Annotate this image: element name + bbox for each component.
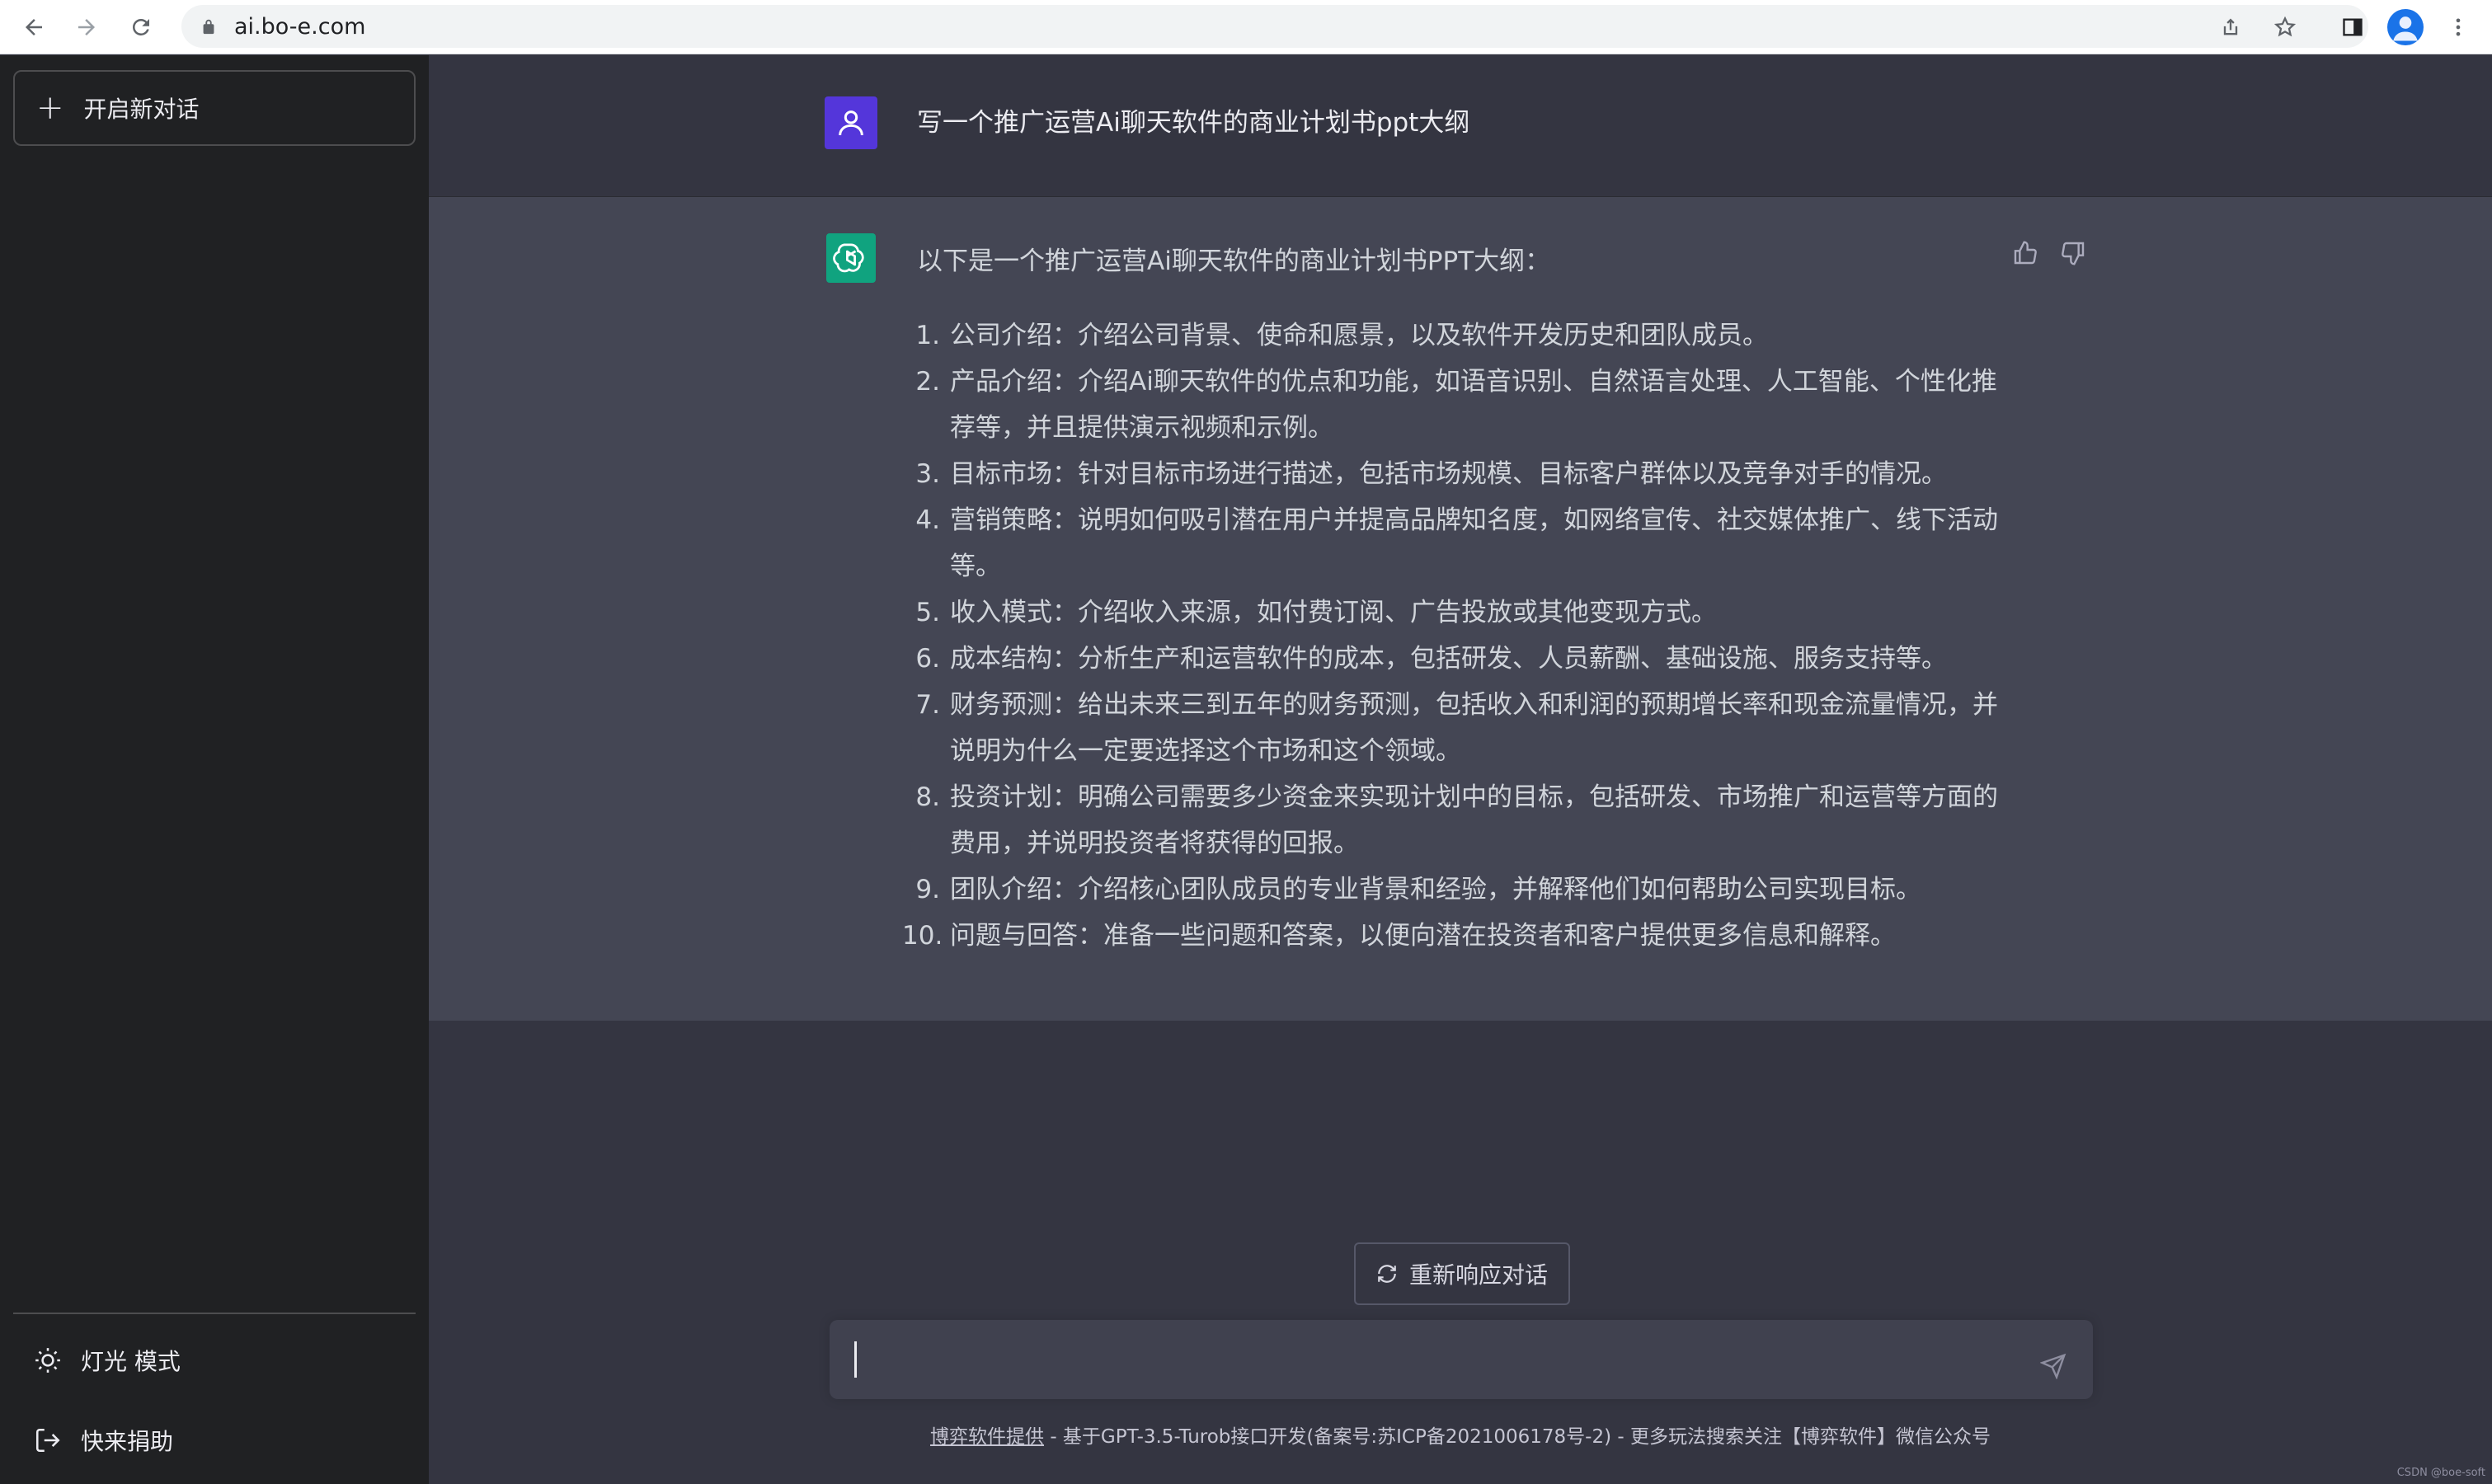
refresh-icon (1378, 1265, 1396, 1283)
new-chat-label: 开启新对话 (83, 96, 200, 123)
sidebar-item-label: 灯光 模式 (81, 1348, 181, 1375)
thumbs-up-button[interactable] (2009, 237, 2042, 270)
reload-icon (133, 18, 149, 35)
thumbs-up-icon (2014, 241, 2037, 265)
url-text: ai.bo-e.com (234, 13, 366, 40)
watermark: CSDN @boe-soft (2396, 1467, 2485, 1479)
list-item: 7. 财务预测：给出未来三到五年的财务预测，包括收入和利润的预期增长率和现金流量情… (915, 690, 1998, 766)
sidepanel-button[interactable] (2334, 8, 2372, 46)
message-input-box (830, 1320, 2093, 1399)
sidebar-item-label: 快来捐助 (81, 1428, 174, 1455)
sun-icon (31, 1344, 64, 1377)
kebab-menu-icon (2456, 18, 2461, 36)
list-item: 2. 产品介绍：介绍Ai聊天软件的优点和功能，如语音识别、自然语言处理、人工智能、… (915, 367, 1997, 443)
assistant-message-row: 以下是一个推广运营Ai聊天软件的商业计划书PPT大纲： 1. 公司介绍：介绍公司背… (429, 197, 2492, 1021)
chat-main: 写一个推广运营Ai聊天软件的商业计划书ppt大纲 以下是一个推广运营Ai聊天软件… (429, 55, 2492, 1484)
list-item: 5. 收入模式：介绍收入来源，如付费订阅、广告投放或其他变现方式。 (915, 598, 1717, 627)
share-button[interactable] (2212, 8, 2250, 46)
list-item: 10. 问题与回答：准备一些问题和答案，以便向潜在投资者和客户提供更多信息和解释。 (902, 921, 1896, 951)
share-icon (2223, 18, 2238, 35)
sidebar: + 开启新对话 灯光 模式 快来捐助 (0, 55, 429, 1484)
regenerate-label: 重新响应对话 (1408, 1261, 1548, 1289)
sidebar-divider (13, 1313, 416, 1314)
user-avatar (825, 96, 877, 149)
menu-button[interactable] (2439, 8, 2477, 46)
list-item: 6. 成本结构：分析生产和运营软件的成本，包括研发、人员薪酬、基础设施、服务支持等… (915, 644, 1947, 674)
footer-description: - 基于GPT-3.5-Turob接口开发(备案号:苏ICP备202100617… (1044, 1426, 1991, 1448)
assistant-intro-text: 以下是一个推广运营Ai聊天软件的商业计划书PPT大纲： (917, 247, 1551, 276)
thumbs-down-icon (2062, 242, 2085, 265)
list-item: 4. 营销策略：说明如何吸引潜在用户并提高品牌知名度，如网络宣传、社交媒体推广、线… (915, 505, 1998, 581)
bookmark-button[interactable] (2266, 8, 2304, 46)
footer-text: 博弈软件提供 - 基于GPT-3.5-Turob接口开发(备案号:苏ICP备20… (429, 1421, 2492, 1449)
reload-button[interactable] (122, 8, 160, 46)
sidepanel-icon (2343, 18, 2363, 36)
assistant-avatar (826, 233, 876, 283)
back-button[interactable] (15, 8, 53, 46)
footer-link[interactable]: 博弈软件提供 (930, 1426, 1044, 1448)
openai-logo-icon (833, 243, 864, 273)
user-icon (839, 110, 863, 136)
profile-avatar (2387, 9, 2424, 45)
plus-icon: + (36, 89, 64, 127)
message-input[interactable] (853, 1340, 2024, 1381)
person-icon (2393, 16, 2418, 41)
regenerate-button[interactable]: 重新响应对话 (1354, 1242, 1570, 1305)
browser-toolbar: ai.bo-e.com (0, 0, 2492, 54)
outline-list: 1. 公司介绍：介绍公司背景、使命和愿景，以及软件开发历史和团队成员。 2. 产品介… (902, 312, 2007, 959)
user-message-row: 写一个推广运营Ai聊天软件的商业计划书ppt大纲 (429, 55, 2492, 197)
arrow-left-icon (26, 19, 42, 35)
logout-icon (31, 1424, 64, 1457)
new-chat-button[interactable]: + 开启新对话 (13, 70, 416, 146)
list-item: 3. 目标市场：针对目标市场进行描述，包括市场规模、目标客户群体以及竞争对手的情况… (915, 459, 1947, 489)
send-button[interactable] (2035, 1348, 2071, 1384)
user-message-text: 写一个推广运营Ai聊天软件的商业计划书ppt大纲 (917, 108, 1470, 138)
thumbs-down-button[interactable] (2057, 237, 2090, 270)
list-item: 8. 投资计划：明确公司需要多少资金来实现计划中的目标，包括研发、市场推广和运营等… (915, 782, 1998, 858)
address-bar[interactable]: ai.bo-e.com (181, 5, 2368, 48)
lock-icon (203, 19, 214, 35)
list-item: 9. 团队介绍：介绍核心团队成员的专业背景和经验，并解释他们如何帮助公司实现目标。 (915, 875, 1921, 904)
send-icon (2040, 1353, 2066, 1379)
sidebar-item-light-mode[interactable]: 灯光 模式 (13, 1329, 416, 1392)
list-item: 1. 公司介绍：介绍公司背景、使命和愿景，以及软件开发历史和团队成员。 (915, 321, 1768, 350)
sidebar-item-donate[interactable]: 快来捐助 (13, 1409, 416, 1472)
text-caret (854, 1341, 857, 1378)
profile-button[interactable] (2386, 8, 2424, 46)
forward-button[interactable] (68, 8, 106, 46)
star-icon (2273, 16, 2297, 37)
arrow-right-icon (78, 19, 95, 35)
